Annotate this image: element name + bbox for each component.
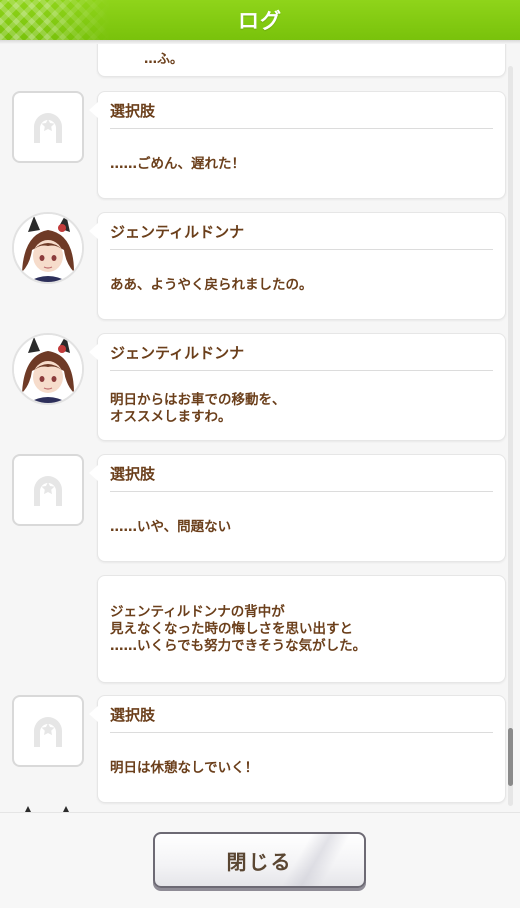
speaker-name: 選択肢 <box>110 706 156 724</box>
horseshoe-icon <box>12 454 84 526</box>
avatar <box>12 91 84 163</box>
horseshoe-icon <box>12 91 84 163</box>
close-button-label: 閉じる <box>226 849 293 874</box>
close-button[interactable]: 閉じる <box>153 832 366 888</box>
message-text: …ふ。 <box>144 52 184 67</box>
speaker-name: ジェンティルドンナ <box>110 223 245 241</box>
horseshoe-icon <box>12 695 84 767</box>
header-pattern <box>0 0 110 40</box>
message-bubble: …ふ。 <box>97 44 506 77</box>
message-bubble: ジェンティルドンナ ああ、ようやく戻られましたの。 <box>89 212 506 320</box>
avatar <box>12 454 84 526</box>
speaker-name: 選択肢 <box>110 102 156 120</box>
log-list[interactable]: …ふ。 選択肢 ……ごめん、遅れた！ ジェンティルドンナ ああ、ようやく戻られま… <box>0 44 520 812</box>
character-portrait <box>25 806 69 812</box>
divider <box>110 128 493 129</box>
message-bubble: 選択肢 ……ごめん、遅れた！ <box>89 91 506 199</box>
speaker-name: 選択肢 <box>110 465 156 483</box>
message-text: ジェンティルドンナの背中が 見えなくなった時の悔しさを思い出すと ……いくらでも… <box>110 604 367 654</box>
message-text: 明日からはお車での移動を、 オススメしますわ。 <box>110 392 286 425</box>
character-portrait <box>12 333 84 405</box>
avatar <box>12 695 84 767</box>
divider <box>110 370 493 371</box>
message-bubble: ジェンティルドンナの背中が 見えなくなった時の悔しさを思い出すと ……いくらでも… <box>97 575 506 683</box>
page-title: ログ <box>238 9 282 33</box>
message-text: ああ、ようやく戻られましたの。 <box>110 277 313 293</box>
character-portrait <box>12 212 84 284</box>
message-text: ……ごめん、遅れた！ <box>110 156 245 172</box>
message-text: ……いや、問題ない <box>110 519 232 535</box>
message-bubble: 選択肢 ……いや、問題ない <box>89 454 506 562</box>
divider <box>110 491 493 492</box>
message-text: 明日は休憩なしでいく！ <box>110 760 259 776</box>
speaker-name: ジェンティルドンナ <box>110 344 245 362</box>
message-bubble: ジェンティルドンナ 明日からはお車での移動を、 オススメしますわ。 <box>89 333 506 441</box>
divider <box>110 249 493 250</box>
divider <box>110 732 493 733</box>
scrollbar-track[interactable] <box>508 66 513 806</box>
header-bar: ログ <box>0 0 520 40</box>
avatar <box>12 212 84 284</box>
scrollbar-thumb[interactable] <box>508 728 513 786</box>
avatar <box>12 333 84 405</box>
message-bubble: 選択肢 明日は休憩なしでいく！ <box>89 695 506 803</box>
